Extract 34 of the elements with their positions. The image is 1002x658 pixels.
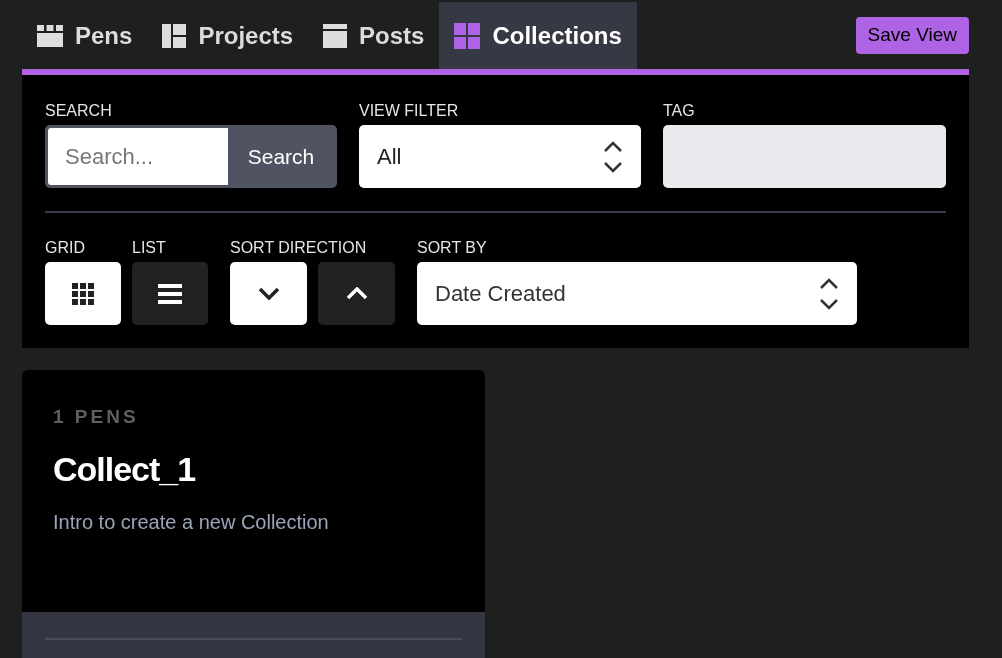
sort-direction-label: SORT DIRECTION (230, 238, 368, 258)
grid-icon (37, 24, 63, 47)
nav-tab[interactable]: Collections (439, 2, 637, 69)
tag-field[interactable] (663, 125, 946, 188)
sort-direction-button[interactable] (230, 262, 307, 325)
nav-tab[interactable]: Projects (147, 2, 309, 69)
list-icon (158, 283, 182, 304)
view-mode-button[interactable] (132, 262, 208, 325)
tag-label: TAG (663, 101, 696, 121)
view-mode-label: GRID (45, 238, 86, 258)
view-mode-button[interactable] (45, 262, 121, 325)
collection-title[interactable]: Collect_1 (53, 443, 454, 495)
squares-icon (454, 22, 481, 49)
view-filter-select[interactable]: All (359, 125, 641, 188)
document-icon (323, 23, 348, 48)
view-filter-label: VIEW FILTER (359, 101, 460, 121)
grid-icon (72, 282, 94, 305)
sort-by-select[interactable]: Date Created (417, 262, 857, 325)
search-field[interactable]: Search... (48, 128, 228, 185)
chevron-updown-icon (603, 139, 623, 174)
chevron-down-icon (257, 287, 280, 300)
save-view-button[interactable]: Save View (855, 17, 969, 54)
view-mode-label: LIST (132, 238, 167, 258)
chevron-updown-icon (819, 276, 839, 311)
sort-by-label: SORT BY (417, 238, 488, 258)
layout-icon (162, 23, 187, 48)
search-button[interactable]: Search (228, 128, 334, 185)
collection-description: Intro to create a new Collection (53, 509, 330, 535)
chevron-up-icon (345, 287, 368, 300)
collection-card[interactable]: 1 PENS Collect_1 Intro to create a new Collection (22, 370, 485, 658)
search-label: SEARCH (45, 101, 113, 121)
nav-tab[interactable]: Posts (308, 2, 440, 69)
pen-count: 1 PENS (53, 405, 140, 429)
nav-tab[interactable]: Pens (22, 2, 148, 69)
